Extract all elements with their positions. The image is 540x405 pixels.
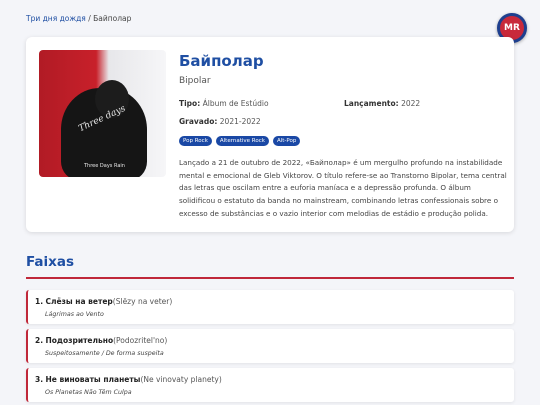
genre-tag[interactable]: Alt-Pop — [272, 136, 301, 146]
album-recorded-value: 2021-2022 — [219, 117, 261, 126]
track-item[interactable]: 1. Слёзы на ветер(Slëzy na veter) Lágrim… — [26, 290, 514, 324]
track-translit: (Slëzy na veter) — [112, 297, 173, 306]
album-recorded-label: Gravado: — [179, 117, 218, 126]
tracks-heading: Faixas — [26, 254, 75, 270]
album-subtitle: Bipolar — [179, 76, 211, 86]
track-number: 3. — [35, 375, 44, 384]
album-title: Байполар — [179, 52, 264, 70]
genre-tag[interactable]: Alternative Rock — [215, 136, 269, 146]
track-title-line: 2. Подозрительно(Podozritel'no) — [35, 336, 167, 345]
album-recorded: Gravado: 2021-2022 — [179, 117, 261, 126]
section-divider — [26, 277, 514, 279]
album-release-label: Lançamento: — [344, 99, 399, 108]
track-translit: (Ne vinovaty planety) — [140, 375, 222, 384]
album-type-label: Tipo: — [179, 99, 201, 108]
track-translation: Suspeitosamente / De forma suspeita — [45, 350, 164, 357]
genre-tags: Pop Rock Alternative Rock Alt-Pop — [179, 136, 301, 146]
track-title: Слёзы на ветер — [45, 297, 113, 306]
cover-badge: Three Days Rain — [84, 163, 125, 169]
breadcrumb: Три дня дождя / Байполар — [26, 14, 131, 23]
breadcrumb-link-band[interactable]: Три дня дождя — [26, 14, 86, 23]
track-number: 1. — [35, 297, 44, 306]
album-cover: Three days Three Days Rain — [39, 50, 166, 177]
track-translation: Lágrimas ao Vento — [45, 311, 104, 318]
track-title: Не виноваты планеты — [45, 375, 141, 384]
album-type: Tipo: Álbum de Estúdio — [179, 99, 269, 108]
album-description: Lançado a 21 de outubro de 2022, «Байпол… — [179, 158, 507, 218]
track-translation: Os Planetas Não Têm Culpa — [45, 389, 132, 396]
track-number: 2. — [35, 336, 44, 345]
track-title-line: 3. Не виноваты планеты(Ne vinovaty plane… — [35, 375, 222, 384]
logo-text: MR — [504, 23, 520, 33]
track-item[interactable]: 3. Не виноваты планеты(Ne vinovaty plane… — [26, 368, 514, 402]
track-item[interactable]: 2. Подозрительно(Podozritel'no) Suspeito… — [26, 329, 514, 363]
breadcrumb-current: Байполар — [93, 14, 132, 23]
album-type-value: Álbum de Estúdio — [202, 99, 269, 108]
track-title-line: 1. Слёзы на ветер(Slëzy na veter) — [35, 297, 172, 306]
album-release: Lançamento: 2022 — [344, 99, 420, 108]
track-translit: (Podozritel'no) — [113, 336, 168, 345]
track-title: Подозрительно — [45, 336, 114, 345]
genre-tag[interactable]: Pop Rock — [179, 136, 212, 146]
album-release-value: 2022 — [401, 99, 421, 108]
album-card: Three days Three Days Rain Байполар Bipo… — [26, 37, 514, 232]
